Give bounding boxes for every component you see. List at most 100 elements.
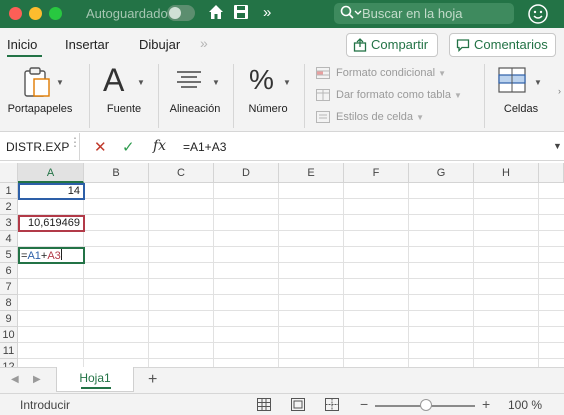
column-header-d[interactable]: D: [214, 163, 279, 183]
row-header-5[interactable]: 5: [0, 247, 18, 263]
smiley-icon[interactable]: [527, 3, 549, 25]
expand-formula-icon[interactable]: ▼: [553, 141, 562, 151]
ribbon-tabs: Inicio Insertar Dibujar » Compartir Come…: [0, 28, 564, 60]
close-window-button[interactable]: [9, 7, 22, 20]
clipboard-label: Portapapeles: [7, 103, 73, 115]
text-cursor: [60, 249, 62, 260]
sheet-tab-label: Hoja1: [79, 371, 111, 385]
cancel-formula-icon[interactable]: ✕: [94, 138, 107, 156]
autosave-toggle[interactable]: [167, 5, 195, 21]
search-placeholder: Buscar en la hoja: [362, 6, 463, 21]
chevron-down-icon: ▼: [438, 69, 447, 78]
cell-a1[interactable]: 14: [68, 185, 80, 197]
comments-button[interactable]: Comentarios: [449, 33, 556, 57]
comments-label: Comentarios: [474, 37, 548, 52]
tab-dibujar[interactable]: Dibujar: [139, 37, 180, 52]
row-header-1[interactable]: 1: [0, 183, 18, 199]
chevron-down-icon: ▼: [212, 78, 220, 87]
chevron-down-icon: ▼: [534, 78, 542, 87]
page-break-icon[interactable]: [325, 398, 339, 411]
title-bar: Autoguardado » Buscar en la hoja: [0, 0, 564, 28]
spreadsheet-grid[interactable]: ABCDEFGH 1 2 3 4 5 6 7 8 9 10 11 12 14 10,619469 =A…: [0, 163, 564, 367]
ribbon-divider: [233, 64, 234, 128]
cell-styles-button[interactable]: Estilos de celda ▼: [316, 111, 424, 124]
home-icon[interactable]: [207, 3, 225, 26]
select-all-corner[interactable]: [0, 163, 18, 183]
sheet-tab-hoja1[interactable]: Hoja1: [56, 367, 134, 392]
save-icon[interactable]: [233, 3, 249, 26]
zoom-out-button[interactable]: −: [360, 396, 368, 412]
font-label: Fuente: [106, 103, 142, 115]
conditional-format-button[interactable]: Formato condicional ▼: [316, 67, 447, 80]
search-icon: [340, 5, 364, 21]
cells-group[interactable]: ▼ Celdas: [488, 60, 554, 132]
formula-input[interactable]: =A1+A3: [183, 140, 226, 154]
row-header-9[interactable]: 9: [0, 311, 18, 327]
autosave-label: Autoguardado: [86, 6, 168, 21]
zoom-slider-thumb[interactable]: [420, 399, 432, 411]
column-header-h[interactable]: H: [474, 163, 539, 183]
tab-inicio[interactable]: Inicio: [7, 37, 37, 52]
chevron-down-icon: ▼: [454, 91, 462, 100]
more-commands-icon[interactable]: »: [263, 3, 271, 23]
column-header-g[interactable]: G: [409, 163, 474, 183]
status-bar: Introducir − + 100 %: [0, 393, 564, 415]
column-header-partial[interactable]: [539, 163, 564, 183]
tab-insertar[interactable]: Insertar: [65, 37, 109, 52]
ribbon-scroll-icon[interactable]: ›: [558, 86, 561, 96]
column-header-a[interactable]: A: [18, 163, 84, 183]
insert-function-icon[interactable]: fx: [153, 138, 166, 154]
formula-ref-a1: A1: [27, 250, 41, 262]
row-header-6[interactable]: 6: [0, 263, 18, 279]
alignment-label: Alineación: [169, 103, 221, 115]
cells-icon: [498, 67, 526, 96]
row-header-8[interactable]: 8: [0, 295, 18, 311]
zoom-in-button[interactable]: +: [482, 396, 490, 412]
chevron-down-icon: ▼: [56, 78, 64, 87]
row-header-7[interactable]: 7: [0, 279, 18, 295]
cells-label: Celdas: [503, 103, 539, 115]
cell-a5-editing[interactable]: =A1+A3: [21, 249, 62, 262]
column-header-b[interactable]: B: [84, 163, 149, 183]
search-input[interactable]: Buscar en la hoja: [334, 3, 514, 24]
name-box-dropdown-icon[interactable]: ⋮: [69, 135, 81, 149]
column-header-c[interactable]: C: [149, 163, 214, 183]
confirm-formula-icon[interactable]: ✓: [122, 138, 135, 156]
more-tabs-icon[interactable]: »: [200, 35, 208, 51]
grid-lines: [18, 183, 564, 367]
ribbon: ▼ Portapapeles A ▼ Fuente ▼ Alineación %…: [0, 60, 564, 132]
formula-bar: DISTR.EXP ⋮ ✕ ✓ fx =A1+A3 ▼: [0, 133, 564, 161]
row-header-4[interactable]: 4: [0, 231, 18, 247]
column-header-e[interactable]: E: [279, 163, 344, 183]
format-as-table-button[interactable]: Dar formato como tabla ▼: [316, 89, 462, 102]
next-sheet-icon[interactable]: ▶: [33, 374, 41, 385]
font-icon: A: [103, 62, 125, 98]
row-header-11[interactable]: 11: [0, 343, 18, 359]
clipboard-group[interactable]: ▼ Portapapeles: [0, 60, 80, 132]
toggle-knob: [169, 7, 181, 19]
row-header-12[interactable]: 12: [0, 359, 18, 367]
share-button[interactable]: Compartir: [346, 33, 438, 57]
zoom-window-button[interactable]: [49, 7, 62, 20]
font-group[interactable]: A ▼ Fuente: [94, 60, 154, 132]
cell-a3[interactable]: 10,619469: [28, 217, 80, 229]
ribbon-divider: [158, 64, 159, 128]
conditional-format-icon: [316, 67, 330, 80]
add-sheet-button[interactable]: +: [148, 371, 157, 389]
row-header-3[interactable]: 3: [0, 215, 18, 231]
column-header-f[interactable]: F: [344, 163, 409, 183]
previous-sheet-icon[interactable]: ◀: [11, 374, 19, 385]
number-label: Número: [248, 103, 288, 115]
active-sheet-indicator: [81, 387, 111, 389]
row-header-2[interactable]: 2: [0, 199, 18, 215]
name-box[interactable]: DISTR.EXP ⋮: [0, 133, 81, 161]
alignment-group[interactable]: ▼ Alineación: [162, 60, 228, 132]
page-layout-icon[interactable]: [291, 398, 305, 411]
number-group[interactable]: % ▼ Número: [238, 60, 298, 132]
minimize-window-button[interactable]: [29, 7, 42, 20]
normal-view-icon[interactable]: [257, 398, 271, 411]
zoom-level[interactable]: 100 %: [508, 398, 542, 412]
row-header-10[interactable]: 10: [0, 327, 18, 343]
align-center-icon: [176, 70, 202, 93]
percent-icon: %: [249, 64, 274, 95]
